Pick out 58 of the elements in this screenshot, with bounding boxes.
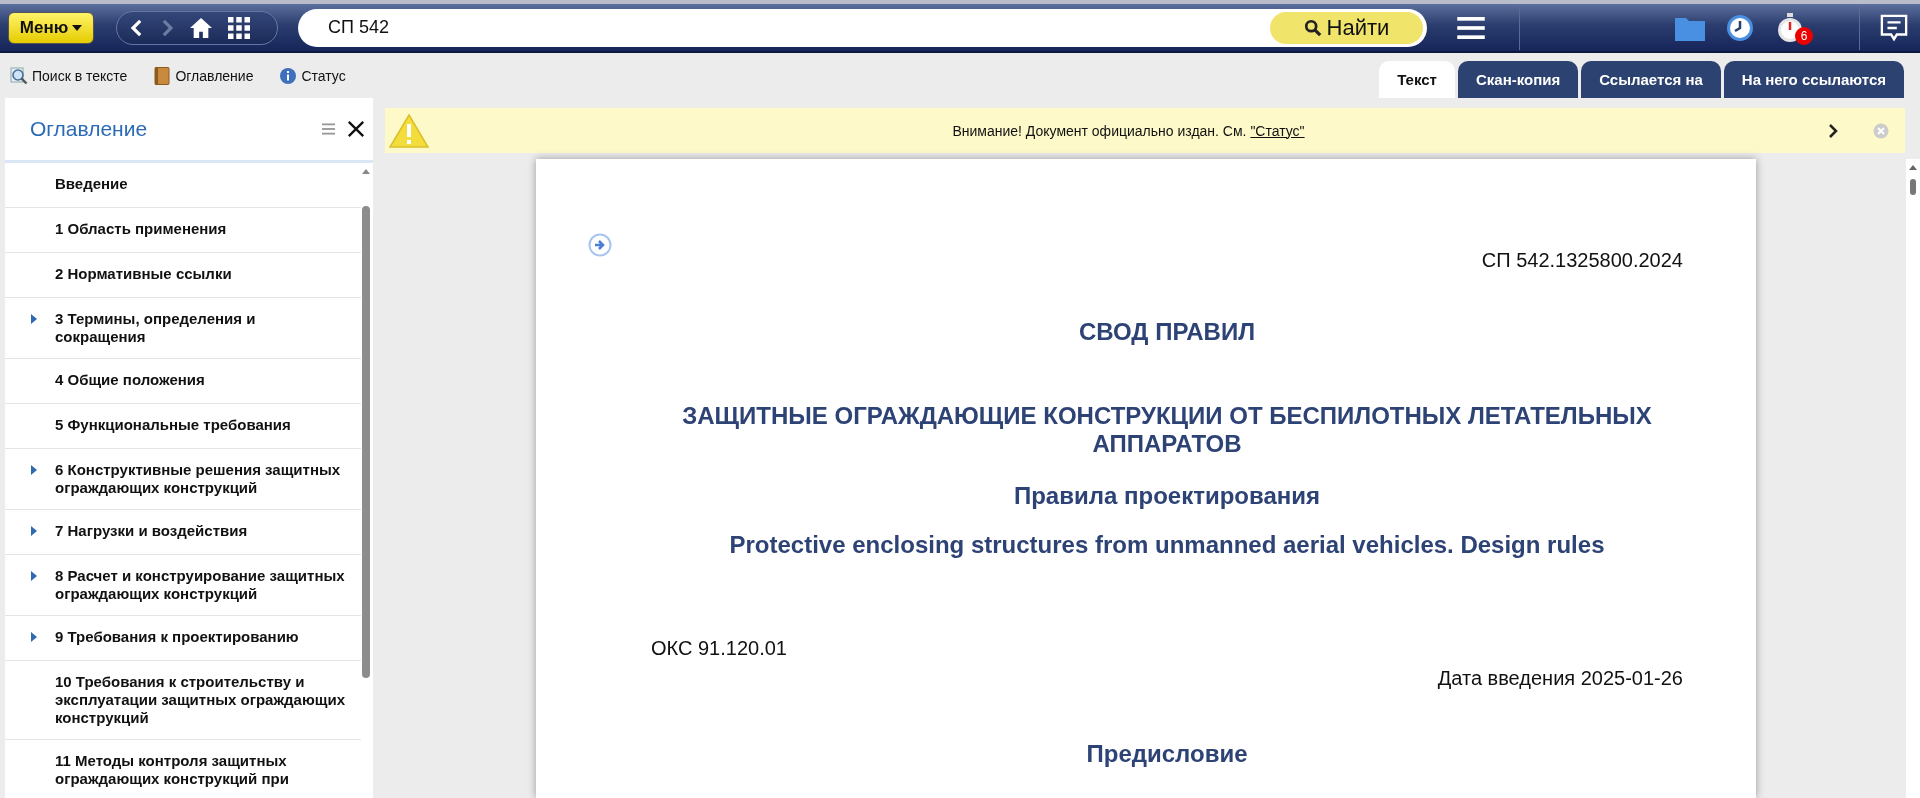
- outline-item[interactable]: Введение: [5, 163, 361, 208]
- outline-item[interactable]: 2 Нормативные ссылки: [5, 253, 361, 298]
- info-icon: [279, 66, 298, 85]
- panel-title: Оглавление: [30, 117, 149, 141]
- scrollbar-thumb[interactable]: [1910, 179, 1916, 195]
- outline-item[interactable]: 3 Термины, определения и сокращения: [5, 298, 361, 359]
- expand-arrow-icon[interactable]: [31, 526, 37, 536]
- notification-badge: 6: [1795, 26, 1813, 45]
- warning-icon: [389, 113, 429, 148]
- tab[interactable]: Ссылается на: [1581, 61, 1721, 98]
- outline-item[interactable]: 9 Требования к проектированию: [5, 616, 361, 661]
- chat-icon[interactable]: [1880, 13, 1908, 42]
- scroll-up-arrow-icon[interactable]: [1909, 165, 1917, 170]
- book-icon: [153, 66, 172, 85]
- search-field[interactable]: СП 542 Найти: [298, 8, 1427, 47]
- status-link[interactable]: "Статус": [1250, 122, 1305, 139]
- outline-item[interactable]: 7 Нагрузки и воздействия: [5, 510, 361, 555]
- tab[interactable]: Скан-копия: [1457, 61, 1579, 98]
- expand-arrow-icon[interactable]: [31, 465, 37, 475]
- caret-icon: [72, 24, 83, 31]
- outline-item[interactable]: 8 Расчет и конструирование защитных ограждающих конструкций: [5, 555, 361, 616]
- scrollbar-thumb[interactable]: [362, 206, 370, 678]
- arrow-right-icon[interactable]: [588, 233, 612, 257]
- tab[interactable]: Текст: [1379, 61, 1455, 98]
- home-icon[interactable]: [189, 16, 213, 39]
- outline-item[interactable]: 5 Функциональные требования: [5, 404, 361, 449]
- menu-button[interactable]: Меню: [8, 11, 94, 44]
- effective-date: Дата введения 2025-01-26: [1437, 667, 1683, 690]
- document-subtitle: Правила проектирования: [1013, 482, 1321, 510]
- scroll-up-arrow-icon[interactable]: [362, 169, 370, 174]
- clock-icon[interactable]: [1725, 12, 1755, 43]
- search-icon: [1303, 18, 1322, 37]
- outline-item[interactable]: 6 Конструктивные решения защитных ограждающих конструкций: [5, 449, 361, 510]
- outline-item[interactable]: 10 Требования к строительству и эксплуатации защитных ограждающих конструкций: [5, 661, 361, 740]
- expand-arrow-icon[interactable]: [31, 571, 37, 581]
- expand-arrow-icon[interactable]: [31, 632, 37, 642]
- toolbar-link[interactable]: Оглавление: [153, 66, 254, 85]
- grid-icon[interactable]: [227, 16, 251, 39]
- document-designation: СП 542.1325800.2024: [1481, 249, 1683, 272]
- outline-item[interactable]: 11 Методы контроля защитных ограждающих конструкций при: [5, 740, 361, 798]
- outline-item[interactable]: 1 Область применения: [5, 208, 361, 253]
- toolbar-link[interactable]: Поиск в тексте: [10, 66, 128, 85]
- chevron-right-icon[interactable]: [1828, 122, 1838, 139]
- warning-message: Внимание! Документ официально издан. См. "Статус": [951, 122, 1306, 139]
- scrollbar[interactable]: [1906, 159, 1920, 798]
- search-button[interactable]: Найти: [1270, 11, 1423, 44]
- outline-item[interactable]: 4 Общие положения: [5, 359, 361, 404]
- english-title: Protective enclosing structures from unmanned aerial vehicles. Design rules: [729, 531, 1605, 559]
- classification-code: ОКС 91.120.01: [651, 637, 787, 660]
- magnifier-icon: [10, 66, 28, 85]
- toolbar-link[interactable]: Статус: [279, 66, 346, 85]
- expand-arrow-icon[interactable]: [31, 314, 37, 324]
- document-heading: СВОД ПРАВИЛ: [1078, 318, 1256, 346]
- section-heading: Предисловие: [1086, 740, 1248, 768]
- menu-icon[interactable]: [1457, 16, 1485, 39]
- close-icon[interactable]: [347, 120, 365, 138]
- tab[interactable]: На него ссылаются: [1723, 61, 1904, 98]
- document-title: ЗАЩИТНЫЕ ОГРАЖДАЮЩИЕ КОНСТРУКЦИИ ОТ БЕСПИЛОТНЫХ ЛЕТАТЕЛЬНЫХ АППАРАТОВ: [681, 402, 1653, 458]
